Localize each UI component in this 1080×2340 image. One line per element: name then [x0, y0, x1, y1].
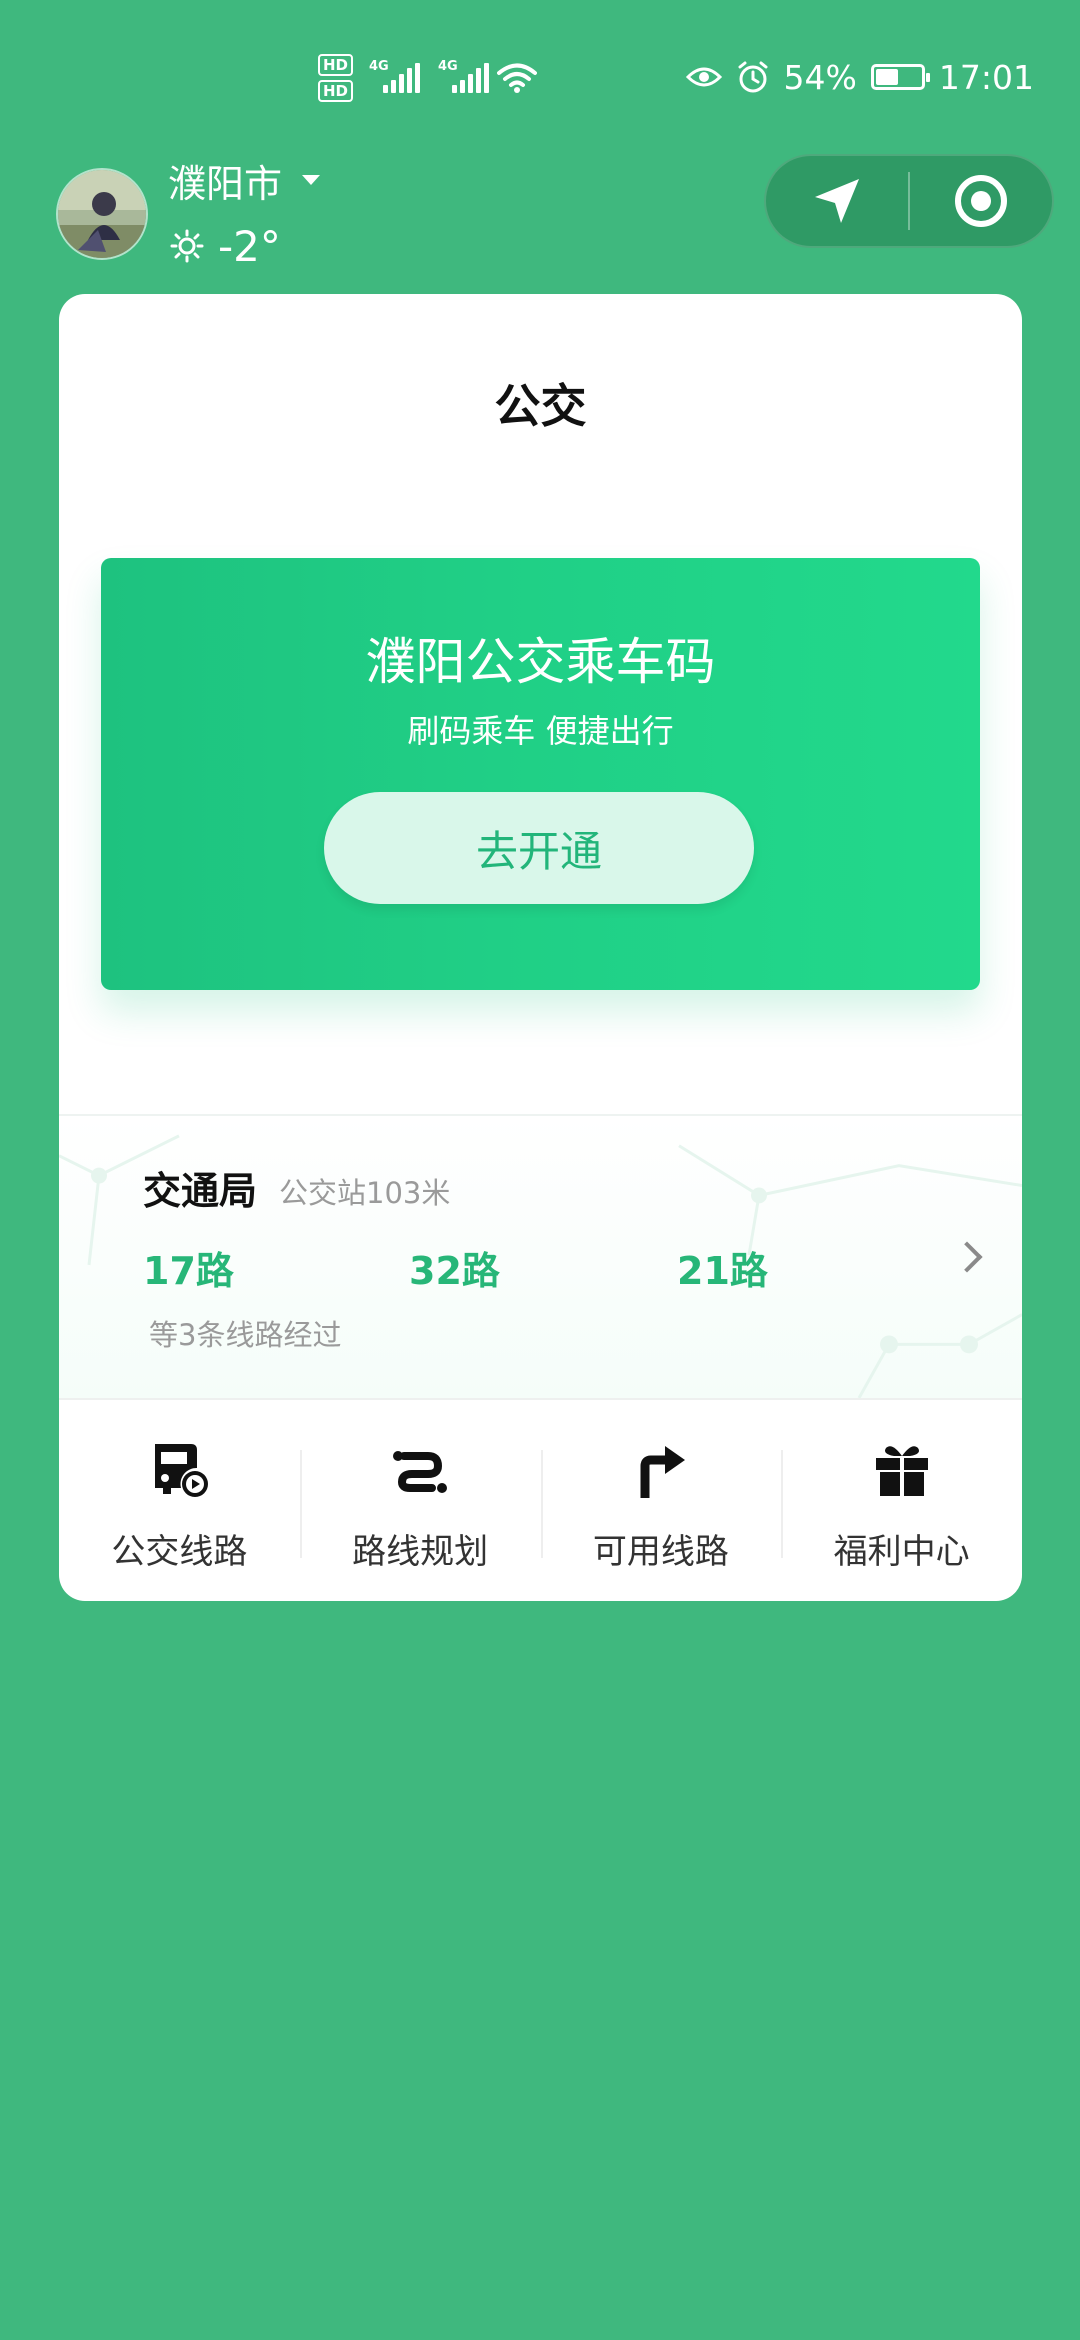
target-icon: [955, 175, 1007, 227]
activate-button[interactable]: 去开通: [324, 792, 754, 904]
bus-card: 公交 濮阳公交乘车码 刷码乘车 便捷出行 去开通 交通局 公交站103米 17路…: [59, 294, 1022, 1601]
eye-icon: [685, 67, 722, 87]
bus-clock-icon: [155, 1444, 209, 1497]
status-bar: HD HD 4G 4G 54% 17:01: [0, 0, 1080, 150]
status-time: 17:01: [938, 57, 1034, 97]
net1-label: 4G: [369, 59, 389, 74]
locate-button[interactable]: [766, 156, 908, 246]
hd-badges: HD HD: [318, 54, 354, 102]
page-title: 公交: [494, 379, 587, 433]
signal-icon: 4G: [438, 59, 490, 93]
nav-welfare-center[interactable]: 福利中心: [781, 1400, 1022, 1601]
stop-name: 交通局: [143, 1169, 258, 1213]
nav-label: 路线规划: [352, 1532, 489, 1572]
header-capsule: [764, 154, 1054, 248]
route-label[interactable]: 17路: [143, 1240, 234, 1295]
hd2-badge: HD: [318, 80, 354, 102]
bus-code-banner: 濮阳公交乘车码 刷码乘车 便捷出行 去开通: [101, 558, 980, 990]
alarm-icon: [738, 61, 768, 93]
signal-icon: 4G: [369, 59, 421, 93]
turn-right-icon: [640, 1446, 685, 1498]
net2-label: 4G: [438, 59, 458, 74]
record-button[interactable]: [910, 156, 1052, 246]
battery-fill: [875, 69, 898, 85]
temperature: -2°: [218, 221, 281, 271]
battery-icon: [870, 64, 930, 90]
promo-subtitle: 刷码乘车 便捷出行: [407, 712, 674, 750]
status-right: 54% 17:01: [685, 52, 1034, 102]
nearby-stop[interactable]: 交通局 公交站103米 17路 32路 21路 等3条线路经过: [59, 1114, 1022, 1398]
nav-available-lines[interactable]: 可用线路: [540, 1400, 782, 1601]
nav-label: 福利中心: [833, 1532, 970, 1572]
status-left: HD HD 4G 4G: [318, 48, 538, 108]
caret-down-icon: [302, 175, 321, 185]
nav-label: 公交线路: [111, 1532, 248, 1572]
route-label[interactable]: 21路: [677, 1240, 768, 1295]
navigation-arrow-icon: [815, 179, 859, 223]
nav-route-plan[interactable]: 路线规划: [299, 1400, 541, 1601]
promo-title: 濮阳公交乘车码: [365, 633, 716, 691]
stop-distance: 公交站103米: [279, 1176, 451, 1210]
city-name: 濮阳市: [168, 161, 283, 206]
route-plan-icon: [393, 1451, 448, 1493]
wifi-icon: [497, 63, 538, 93]
city-selector[interactable]: 濮阳市: [168, 154, 321, 206]
gift-icon: [875, 1446, 928, 1496]
battery-percent: 54%: [783, 57, 857, 97]
route-note: 等3条线路经过: [149, 1318, 342, 1352]
avatar[interactable]: [56, 168, 148, 260]
route-label[interactable]: 32路: [409, 1240, 500, 1295]
hd1-badge: HD: [318, 54, 354, 76]
nav-bus-lines[interactable]: 公交线路: [59, 1400, 300, 1601]
feature-nav: 公交线路 路线规划 可用线路 福利中心: [59, 1398, 1022, 1601]
sun-icon: [170, 229, 204, 263]
weather: -2°: [170, 218, 281, 274]
nav-label: 可用线路: [592, 1532, 729, 1572]
